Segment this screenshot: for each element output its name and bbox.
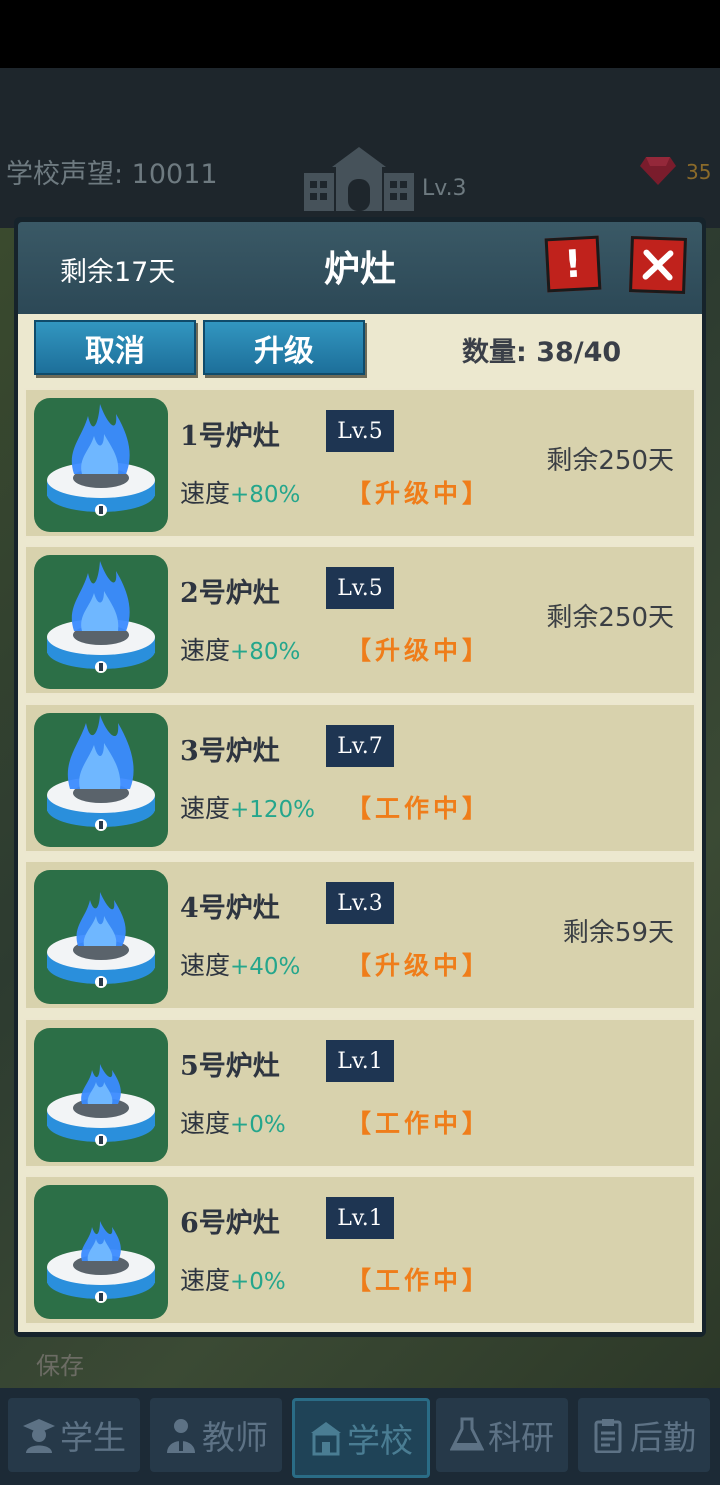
upgrade-button[interactable]: 升级 — [203, 320, 365, 375]
speed-label: 速度 — [180, 951, 231, 980]
close-icon — [642, 249, 674, 281]
clipboard-icon — [594, 1419, 622, 1453]
level-badge: Lv.5 — [326, 567, 394, 609]
speed-info: 速度+120% — [180, 789, 315, 825]
tab-students[interactable]: 学生 — [8, 1398, 140, 1472]
status-label: 【工作中】 — [346, 1266, 492, 1295]
speed-label: 速度 — [180, 479, 231, 508]
stove-card-3[interactable]: 3号炉灶 Lv.7 速度+120% 【工作中】 — [24, 703, 696, 853]
cancel-button[interactable]: 取消 — [34, 320, 196, 375]
stove-name: 5号炉灶 — [180, 1051, 280, 1082]
quantity-label: 数量: 38/40 — [462, 337, 622, 368]
gas-stove-icon — [47, 892, 155, 988]
days-left-label: 剩余59天 — [562, 918, 674, 948]
tab-school[interactable]: 学校 — [292, 1398, 430, 1478]
level-badge: Lv.5 — [326, 410, 394, 452]
speed-value: +0% — [230, 1269, 286, 1295]
stove-name: 6号炉灶 — [180, 1208, 280, 1239]
speed-label: 速度 — [180, 1109, 231, 1138]
tab-research[interactable]: 科研 — [436, 1398, 568, 1472]
tab-label: 教师 — [202, 1418, 268, 1457]
stove-thumbnail — [34, 1185, 168, 1319]
reputation-label: 学校声望: 10011 — [6, 159, 218, 190]
speed-info: 速度+80% — [180, 474, 300, 510]
level-badge: Lv.1 — [326, 1040, 394, 1082]
speed-info: 速度+40% — [180, 946, 300, 982]
stove-name: 2号炉灶 — [180, 578, 280, 609]
tab-label: 后勤 — [630, 1418, 696, 1457]
speed-value: +40% — [230, 954, 301, 980]
tab-label: 科研 — [488, 1418, 554, 1457]
status-bar — [0, 0, 720, 68]
save-button[interactable]: 保存 — [36, 1346, 84, 1381]
status-label: 【工作中】 — [346, 794, 492, 823]
stove-thumbnail — [34, 870, 168, 1004]
school-level: Lv.3 — [422, 176, 467, 201]
stove-thumbnail — [34, 1028, 168, 1162]
exclamation-icon: ! — [563, 241, 583, 287]
tab-label: 学生 — [60, 1418, 126, 1457]
stove-card-1[interactable]: 1号炉灶 Lv.5 速度+80% 【升级中】 剩余250天 — [24, 388, 696, 538]
close-button[interactable] — [629, 236, 687, 294]
level-badge: Lv.1 — [326, 1197, 394, 1239]
gem-count: 35 — [686, 160, 712, 184]
stove-card-2[interactable]: 2号炉灶 Lv.5 速度+80% 【升级中】 剩余250天 — [24, 545, 696, 695]
status-label: 【工作中】 — [346, 1109, 492, 1138]
gas-stove-icon — [47, 1221, 155, 1303]
speed-label: 速度 — [180, 636, 231, 665]
speed-value: +80% — [230, 482, 301, 508]
speed-info: 速度+80% — [180, 631, 300, 667]
status-label: 【升级中】 — [346, 636, 492, 665]
flask-icon — [450, 1417, 484, 1451]
teacher-icon — [167, 1419, 195, 1453]
speed-value: +0% — [230, 1112, 286, 1138]
days-left-label: 剩余250天 — [546, 603, 674, 633]
stove-card-6[interactable]: 6号炉灶 Lv.1 速度+0% 【工作中】 — [24, 1175, 696, 1325]
student-icon — [23, 1419, 55, 1453]
level-badge: Lv.7 — [326, 725, 394, 767]
tab-logistics[interactable]: 后勤 — [578, 1398, 710, 1472]
school-icon — [311, 1422, 341, 1456]
stove-name: 1号炉灶 — [180, 421, 280, 452]
help-button[interactable]: ! — [544, 235, 602, 293]
speed-label: 速度 — [180, 1266, 231, 1295]
status-label: 【升级中】 — [346, 479, 492, 508]
days-left-label: 剩余250天 — [546, 446, 674, 476]
dialog-title: 炉灶 — [323, 248, 396, 290]
stove-thumbnail — [34, 713, 168, 847]
stove-thumbnail — [34, 555, 168, 689]
level-badge: Lv.3 — [326, 882, 394, 924]
speed-info: 速度+0% — [180, 1261, 286, 1297]
remaining-days-label: 剩余17天 — [60, 257, 176, 288]
speed-label: 速度 — [180, 794, 231, 823]
stove-name: 3号炉灶 — [180, 736, 280, 767]
tab-label: 学校 — [347, 1421, 413, 1460]
stove-card-5[interactable]: 5号炉灶 Lv.1 速度+0% 【工作中】 — [24, 1018, 696, 1168]
stove-name: 4号炉灶 — [180, 893, 280, 924]
gas-stove-icon — [47, 404, 155, 516]
speed-value: +80% — [230, 639, 301, 665]
stove-card-4[interactable]: 4号炉灶 Lv.3 速度+40% 【升级中】 剩余59天 — [24, 860, 696, 1010]
gas-stove-icon — [47, 1064, 155, 1146]
status-label: 【升级中】 — [346, 951, 492, 980]
gas-stove-icon — [47, 561, 155, 673]
tab-teachers[interactable]: 教师 — [150, 1398, 282, 1472]
school-building-icon — [304, 147, 414, 211]
stove-thumbnail — [34, 398, 168, 532]
gas-stove-icon — [47, 715, 155, 831]
gem-icon — [640, 157, 676, 185]
speed-value: +120% — [230, 797, 316, 823]
speed-info: 速度+0% — [180, 1104, 286, 1140]
